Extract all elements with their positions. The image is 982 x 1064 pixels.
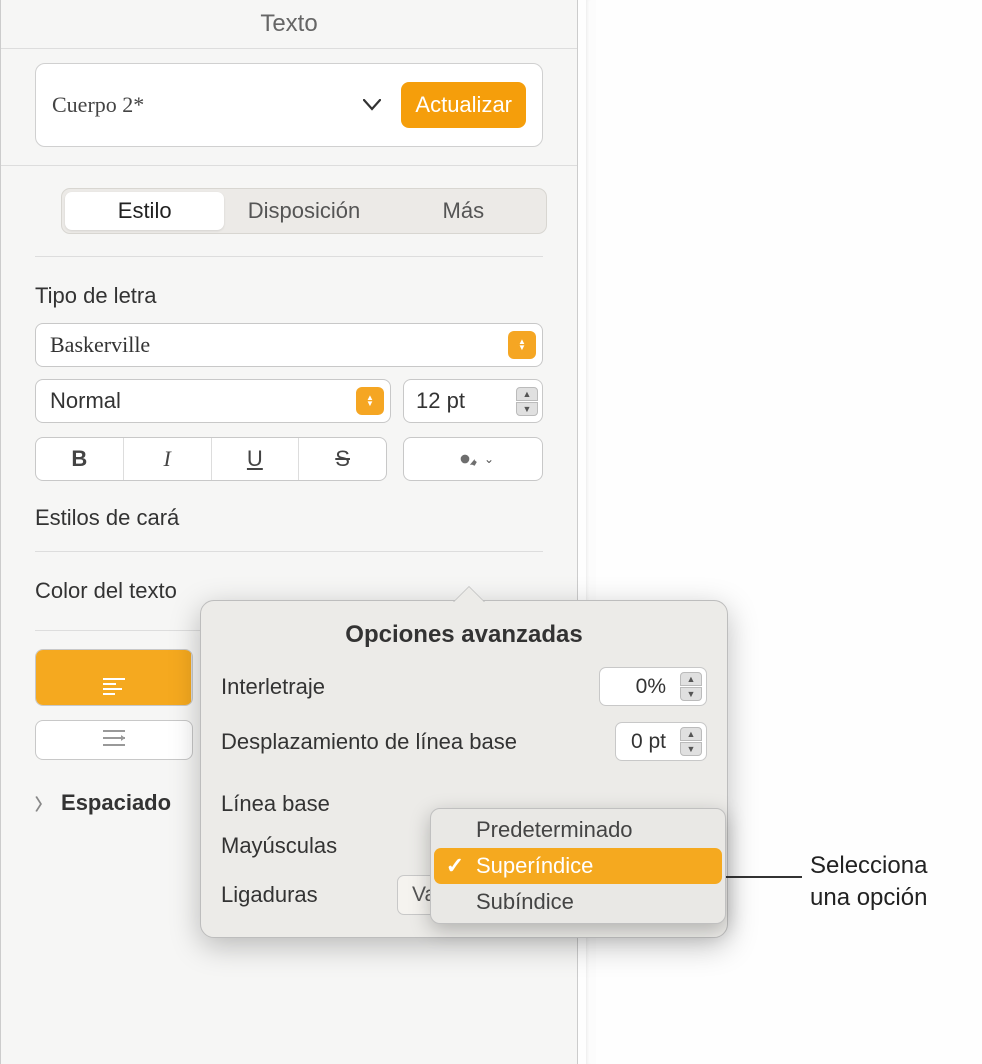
- gear-icon: [452, 446, 478, 472]
- check-icon: ✓: [444, 889, 466, 915]
- font-size-stepper: ▲ ▼: [516, 387, 538, 416]
- stepper-down[interactable]: ▼: [516, 402, 538, 416]
- stepper-up[interactable]: ▲: [680, 672, 702, 686]
- callout-leader: [726, 876, 802, 878]
- baseline-label: Línea base: [221, 791, 330, 817]
- baseline-shift-input[interactable]: 0 pt ▲ ▼: [615, 722, 707, 761]
- option-label: Subíndice: [476, 889, 574, 915]
- tab-style[interactable]: Estilo: [65, 192, 224, 230]
- tab-more[interactable]: Más: [384, 192, 543, 230]
- font-size-value: 12 pt: [416, 388, 465, 414]
- text-align-group: [35, 649, 193, 706]
- font-weight-value: Normal: [50, 388, 121, 414]
- check-icon: ✓: [444, 817, 466, 843]
- baseline-menu: ✓ Predeterminado ✓ Superíndice ✓ Subíndi…: [430, 808, 726, 924]
- italic-button[interactable]: I: [124, 438, 212, 480]
- tracking-stepper: ▲ ▼: [680, 672, 702, 701]
- chevron-down-icon: ⌄: [484, 452, 494, 466]
- stepper-down[interactable]: ▼: [680, 742, 702, 756]
- baseline-shift-label: Desplazamiento de línea base: [221, 729, 517, 755]
- check-icon: ✓: [444, 853, 466, 879]
- baseline-shift-value: 0 pt: [631, 730, 666, 754]
- tracking-input[interactable]: 0% ▲ ▼: [599, 667, 707, 706]
- tracking-value: 0%: [636, 675, 666, 699]
- callout-line2: una opción: [810, 884, 927, 911]
- align-left-button[interactable]: [36, 650, 192, 705]
- caps-label: Mayúsculas: [221, 833, 337, 859]
- option-label: Superíndice: [476, 853, 593, 879]
- text-style-group: B I U S: [35, 437, 387, 481]
- bold-button[interactable]: B: [36, 438, 124, 480]
- inspector-tabs: Estilo Disposición Más: [61, 188, 547, 234]
- updown-icon: [356, 387, 384, 415]
- callout-line1: Selecciona: [810, 852, 927, 879]
- stepper-up[interactable]: ▲: [516, 387, 538, 401]
- option-label: Predeterminado: [476, 817, 633, 843]
- baseline-option-superscript[interactable]: ✓ Superíndice: [434, 848, 722, 884]
- baseline-option-subscript[interactable]: ✓ Subíndice: [434, 884, 722, 920]
- advanced-options-title: Opciones avanzadas: [221, 621, 707, 649]
- stepper-up[interactable]: ▲: [680, 727, 702, 741]
- indent-icon: [101, 727, 127, 753]
- popover-arrow: [453, 587, 485, 603]
- indent-group[interactable]: [35, 720, 193, 760]
- chevron-right-icon: 〉: [35, 791, 51, 815]
- baseline-option-default[interactable]: ✓ Predeterminado: [434, 812, 722, 848]
- paragraph-style-selector[interactable]: Cuerpo 2* Actualizar: [35, 63, 543, 147]
- strikethrough-button[interactable]: S: [299, 438, 386, 480]
- tab-layout[interactable]: Disposición: [224, 192, 383, 230]
- advanced-options-button[interactable]: ⌄: [403, 437, 543, 481]
- callout-text: Selecciona una opción: [810, 850, 927, 915]
- spacing-label: Espaciado: [61, 790, 171, 816]
- chevron-down-icon: [355, 94, 389, 117]
- font-section-label: Tipo de letra: [35, 283, 543, 309]
- font-size-input[interactable]: 12 pt ▲ ▼: [403, 379, 543, 423]
- updown-icon: [508, 331, 536, 359]
- inspector-title: Texto: [260, 10, 317, 37]
- ligatures-label: Ligaduras: [221, 882, 318, 908]
- font-family-value: Baskerville: [50, 332, 150, 358]
- underline-button[interactable]: U: [212, 438, 300, 480]
- tracking-label: Interletraje: [221, 674, 325, 700]
- font-weight-dropdown[interactable]: Normal: [35, 379, 391, 423]
- character-styles-label: Estilos de cará: [35, 505, 543, 531]
- inspector-header: Texto: [1, 0, 577, 49]
- update-style-button[interactable]: Actualizar: [401, 82, 526, 128]
- stepper-down[interactable]: ▼: [680, 687, 702, 701]
- baseline-shift-stepper: ▲ ▼: [680, 727, 702, 756]
- paragraph-style-name: Cuerpo 2*: [52, 92, 343, 118]
- font-family-dropdown[interactable]: Baskerville: [35, 323, 543, 367]
- align-left-icon: [103, 678, 125, 695]
